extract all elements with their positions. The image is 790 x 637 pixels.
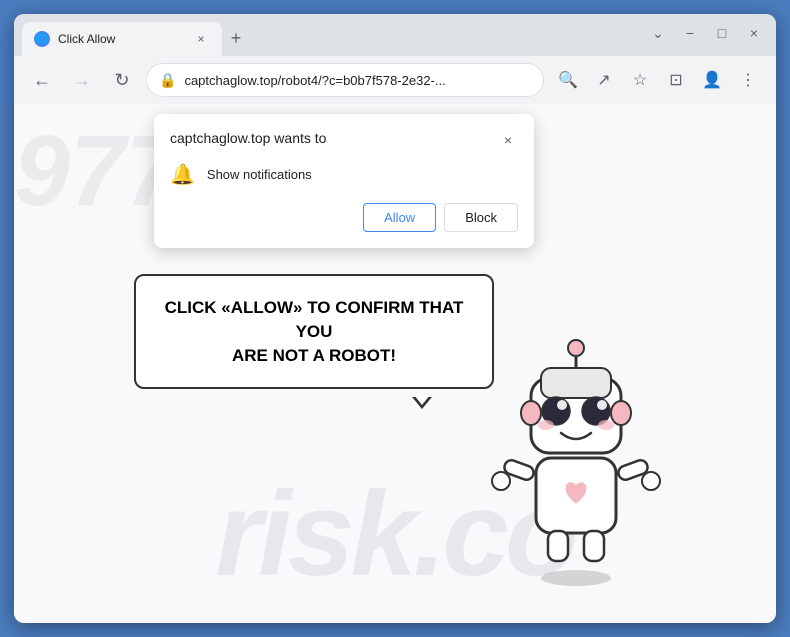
page-content: 977 risk.co captchaglow.top wants to × 🔔… bbox=[14, 104, 776, 623]
main-text: CLICK «ALLOW» TO CONFIRM THAT YOU ARE NO… bbox=[160, 296, 468, 367]
address-bar[interactable]: 🔒 captchaglow.top/robot4/?c=b0b7f578-2e3… bbox=[146, 63, 544, 97]
active-tab[interactable]: 🌐 Click Allow × bbox=[22, 22, 222, 56]
nav-right-icons: 🔍 ↗ ☆ ⊡ 👤 ⋮ bbox=[552, 64, 764, 96]
url-text: captchaglow.top/robot4/?c=b0b7f578-2e32-… bbox=[184, 73, 531, 88]
bell-icon: 🔔 bbox=[170, 162, 195, 187]
notification-popup: captchaglow.top wants to × 🔔 Show notifi… bbox=[154, 114, 534, 248]
window-controls: ⌄ − □ × bbox=[644, 19, 768, 51]
forward-button[interactable]: → bbox=[66, 64, 98, 96]
block-button[interactable]: Block bbox=[444, 203, 518, 232]
extensions-button[interactable]: ⊡ bbox=[660, 64, 692, 96]
back-button[interactable]: ← bbox=[26, 64, 58, 96]
refresh-button[interactable]: ↻ bbox=[106, 64, 138, 96]
speech-area: CLICK «ALLOW» TO CONFIRM THAT YOU ARE NO… bbox=[134, 274, 494, 389]
maximize-button[interactable]: □ bbox=[708, 19, 736, 47]
popup-notification-text: Show notifications bbox=[207, 167, 312, 182]
lock-icon: 🔒 bbox=[159, 72, 176, 89]
popup-notification-row: 🔔 Show notifications bbox=[170, 162, 518, 187]
dropdown-button[interactable]: ⌄ bbox=[644, 19, 672, 47]
search-button[interactable]: 🔍 bbox=[552, 64, 584, 96]
title-bar: 🌐 Click Allow × + ⌄ − □ × bbox=[14, 14, 776, 56]
speech-bubble: CLICK «ALLOW» TO CONFIRM THAT YOU ARE NO… bbox=[134, 274, 494, 389]
tab-strip: 🌐 Click Allow × + bbox=[22, 14, 644, 56]
new-tab-button[interactable]: + bbox=[222, 24, 250, 52]
profile-button[interactable]: 👤 bbox=[696, 64, 728, 96]
popup-title: captchaglow.top wants to bbox=[170, 130, 326, 146]
popup-close-button[interactable]: × bbox=[498, 130, 518, 150]
share-button[interactable]: ↗ bbox=[588, 64, 620, 96]
allow-button[interactable]: Allow bbox=[363, 203, 436, 232]
nav-bar: ← → ↻ 🔒 captchaglow.top/robot4/?c=b0b7f5… bbox=[14, 56, 776, 104]
menu-button[interactable]: ⋮ bbox=[732, 64, 764, 96]
robot-character bbox=[476, 333, 676, 593]
robot-svg bbox=[476, 333, 676, 593]
close-button[interactable]: × bbox=[740, 19, 768, 47]
tab-title: Click Allow bbox=[58, 32, 184, 46]
popup-buttons: Allow Block bbox=[170, 203, 518, 232]
tab-close-button[interactable]: × bbox=[192, 30, 210, 48]
minimize-button[interactable]: − bbox=[676, 19, 704, 47]
tab-favicon: 🌐 bbox=[34, 31, 50, 47]
browser-window: 🌐 Click Allow × + ⌄ − □ × ← → ↻ 🔒 captch… bbox=[14, 14, 776, 623]
popup-header: captchaglow.top wants to × bbox=[170, 130, 518, 150]
bookmark-button[interactable]: ☆ bbox=[624, 64, 656, 96]
